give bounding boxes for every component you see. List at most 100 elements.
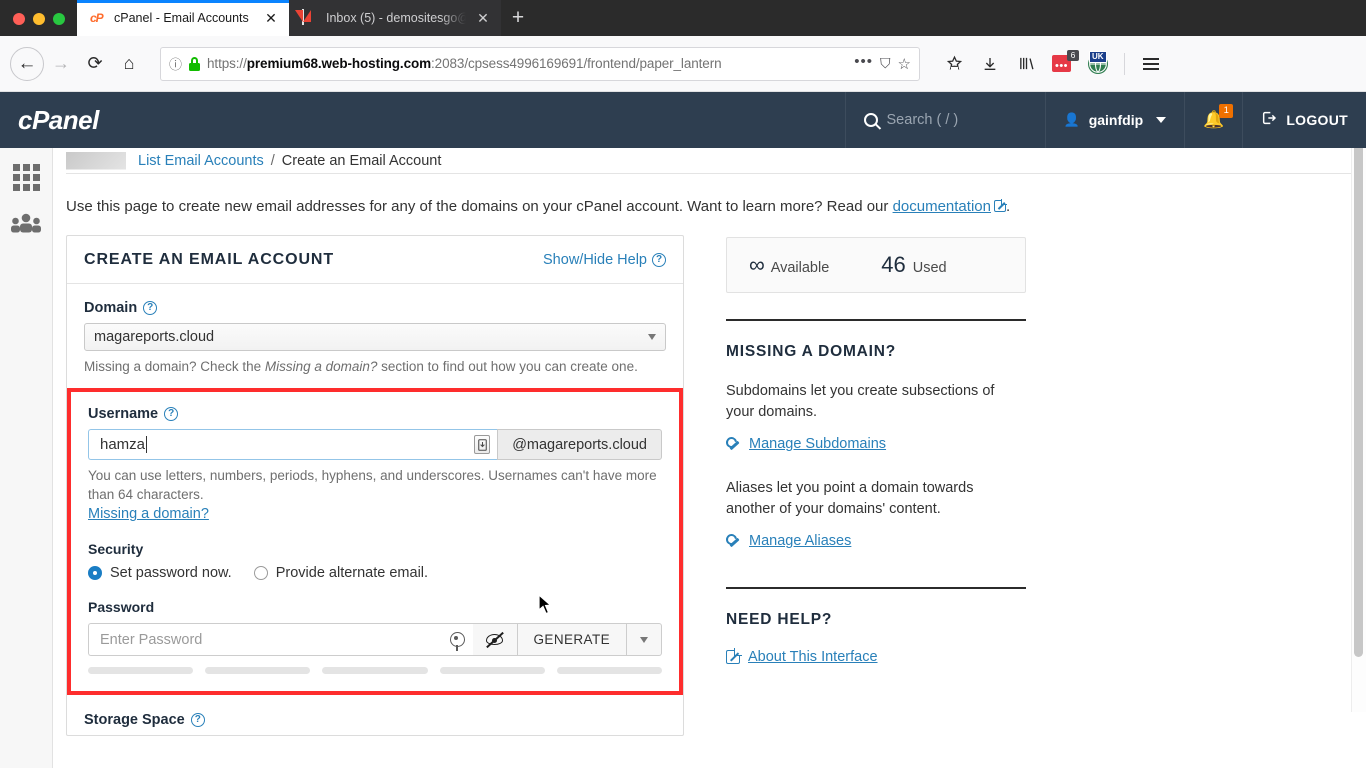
generate-password-button[interactable]: GENERATE [517,623,627,657]
sidebar-info-column: ∞ Available 46 Used MISSING A DOMAIN? Su… [726,235,1026,665]
address-bar[interactable]: ⓘ https://premium68.web-hosting.com:2083… [160,46,920,81]
cpanel-logo[interactable]: cPanel [0,105,99,136]
pocket-save-icon[interactable] [944,53,964,75]
breadcrumb-tab-shape [66,151,126,170]
aliases-description: Aliases let you point a domain towards a… [726,480,974,518]
username-help-text: You can use letters, numbers, periods, h… [88,468,657,503]
reload-button[interactable]: ⟳ [78,47,112,81]
notifications-button[interactable]: 🔔 1 [1184,92,1242,148]
saved-logins-icon[interactable] [474,435,491,455]
navigation-toolbar: ← → ⟳ ⌂ ⓘ https://premium68.web-hosting.… [0,36,1366,92]
radio-provide-alternate-email[interactable]: Provide alternate email. [253,565,429,582]
help-question-icon[interactable]: ? [143,301,158,315]
page-scrollbar-thumb[interactable] [1354,127,1363,657]
home-button[interactable]: ⌂ [112,47,146,81]
domain-help-text: Missing a domain? Check the Missing a do… [84,359,638,374]
security-radio-group: Set password now. Provide alternate emai… [88,565,662,581]
create-email-account-card: CREATE AN EMAIL ACCOUNT Show/Hide Help ?… [66,235,684,737]
card-header: CREATE AN EMAIL ACCOUNT Show/Hide Help ? [67,236,683,284]
username-domain-suffix: @magareports.cloud [497,429,662,461]
cpanel-icon: cP [90,11,104,25]
browser-window: cP cPanel - Email Accounts ✕ Inbox (5) -… [0,0,1366,768]
maximize-window-button[interactable] [53,13,65,25]
strength-segment [439,667,545,675]
strength-segment [88,667,194,675]
radio-label: Provide alternate email. [275,565,429,582]
missing-a-domain-link[interactable]: Missing a domain? [88,504,209,522]
about-this-interface-link[interactable]: About This Interface [726,648,1026,666]
need-help-title: NEED HELP? [726,611,833,629]
cpanel-sidebar [0,148,53,768]
global-search-input[interactable]: Search ( / ) [844,92,1045,148]
chevron-down-icon [1156,117,1167,123]
available-accounts: ∞ Available [749,252,829,278]
page-actions-icon[interactable]: ••• [854,53,873,74]
breadcrumb-current: Create an Email Account [281,152,442,169]
strength-segment [556,667,663,675]
security-label: Security [88,541,144,558]
username-value: hamza [100,436,146,454]
logout-button[interactable]: LOGOUT [1242,92,1366,148]
app-menu-icon[interactable] [1141,53,1161,75]
user-manager-icon[interactable] [10,213,42,233]
intro-text-before: Use this page to create new email addres… [66,198,893,215]
close-icon[interactable]: ✕ [474,9,492,27]
breadcrumb: List Email Accounts / Create an Email Ac… [66,148,1354,174]
new-tab-button[interactable]: + [501,0,535,36]
show-hide-help-button[interactable]: Show/Hide Help ? [543,252,666,268]
downloads-icon[interactable] [980,53,1000,75]
minimize-window-button[interactable] [33,13,45,25]
radio-dot-selected [88,566,102,581]
content-columns: CREATE AN EMAIL ACCOUNT Show/Hide Help ?… [66,235,1366,737]
tracking-protection-icon[interactable]: ⛉ [880,55,891,72]
vpn-country-label: UK [1089,50,1107,63]
apps-grid-icon[interactable] [12,164,40,191]
manage-aliases-label: Manage Aliases [749,533,852,550]
close-window-button[interactable] [13,13,25,25]
key-icon[interactable] [449,632,465,652]
back-button[interactable]: ← [10,46,44,81]
tab-title: Inbox (5) - demositesgo@gmail [326,11,466,25]
username-input-group: hamza @magareports.cloud [88,429,662,461]
password-input-group: Enter Password GENERATE [88,623,662,657]
show-hide-help-label: Show/Hide Help [543,252,647,268]
tab-cpanel-email-accounts[interactable]: cP cPanel - Email Accounts ✕ [77,0,289,36]
breadcrumb-parent-link[interactable]: List Email Accounts [138,153,264,169]
username-field-label: Username ? [88,406,662,422]
radio-set-password-now[interactable]: Set password now. [88,565,232,581]
bookmark-star-icon[interactable]: ☆ [898,55,911,73]
site-info-icon[interactable]: ⓘ [169,54,182,73]
password-strength-meter [88,656,663,677]
user-icon: 👤 [1063,112,1080,127]
toggle-password-visibility-button[interactable] [472,623,518,657]
missing-a-domain-section: MISSING A DOMAIN? Subdomains let you cre… [726,293,1026,549]
extension-badge-icon[interactable]: ••• 6 [1052,49,1079,75]
lock-icon [189,56,201,71]
tab-gmail-inbox[interactable]: Inbox (5) - demositesgo@gmail ✕ [289,0,501,36]
user-menu[interactable]: 👤 gainfdip [1044,92,1185,148]
forward-button[interactable]: → [44,47,78,81]
about-this-interface-label: About This Interface [748,649,878,666]
domain-selected-value: magareports.cloud [94,329,215,345]
page-description: Use this page to create new email addres… [66,174,1366,235]
help-question-icon[interactable]: ? [190,713,205,728]
used-accounts: 46 Used [881,252,946,278]
missing-domain-title: MISSING A DOMAIN? [726,343,897,360]
storage-space-section: Storage Space ? [84,695,666,728]
vpn-globe-icon[interactable]: UK [1088,50,1108,75]
username-input[interactable]: hamza [88,429,498,461]
eye-slash-icon [485,632,505,649]
library-icon[interactable] [1016,53,1036,75]
used-label: Used [912,260,947,276]
close-icon[interactable]: ✕ [262,9,280,27]
documentation-link[interactable]: documentation [893,198,991,215]
text-cursor [146,436,148,454]
tab-title: cPanel - Email Accounts [114,11,249,25]
generate-options-dropdown[interactable] [627,623,662,657]
domain-select[interactable]: magareports.cloud [84,323,666,351]
need-help-section: NEED HELP? About This Interface [726,549,1026,665]
manage-aliases-link[interactable]: Manage Aliases [726,533,1026,549]
manage-subdomains-link[interactable]: Manage Subdomains [726,436,1026,452]
password-input[interactable]: Enter Password [88,623,473,657]
help-question-icon[interactable]: ? [164,407,179,422]
